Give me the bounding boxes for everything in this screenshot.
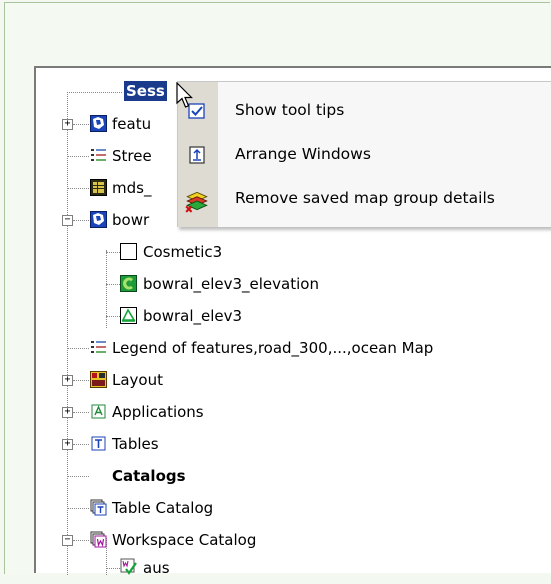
- tree-item-label: featu: [112, 115, 152, 133]
- session-label: Sess: [124, 81, 167, 101]
- tree-item-label: Legend of features,road_300,...,ocean Ma…: [112, 339, 434, 357]
- tree-item-label: bowr: [112, 211, 150, 229]
- tree-item-bowral-elev3[interactable]: bowral_elev3: [36, 302, 551, 332]
- browser-window-icon: [90, 179, 107, 196]
- workspace-catalog-icon: [90, 531, 107, 548]
- menu-item-arrange-windows[interactable]: Arrange Windows: [178, 134, 551, 176]
- mouse-cursor-icon: [176, 82, 193, 108]
- tree-item-label: Catalogs: [112, 467, 186, 485]
- tree-item-table-catalog[interactable]: Table Catalog: [36, 494, 551, 524]
- arrange-windows-icon: [189, 146, 205, 164]
- expand-toggle[interactable]: +: [62, 439, 73, 450]
- tree-item-label: aus: [143, 559, 170, 577]
- expand-toggle[interactable]: +: [62, 375, 73, 386]
- tree-item-label: Stree: [112, 147, 152, 165]
- tree-item-applications[interactable]: + Applications: [36, 398, 551, 428]
- remove-layers-icon: [185, 191, 208, 213]
- map-window-icon: [90, 211, 107, 228]
- tree-item-aus[interactable]: aus: [36, 554, 551, 584]
- tree-item-label: bowral_elev3_elevation: [143, 275, 319, 293]
- expand-toggle[interactable]: +: [62, 407, 73, 418]
- tree-item-catalogs[interactable]: Catalogs: [36, 462, 551, 492]
- legend-icon: [91, 341, 106, 353]
- tree-item-label: Applications: [112, 403, 204, 421]
- legend-icon: [91, 149, 106, 161]
- context-menu: Show tool tips Arrange Windows Remove sa…: [177, 81, 551, 227]
- tree-item-label: Table Catalog: [112, 499, 214, 517]
- menu-item-label: Remove saved map group details: [235, 189, 495, 207]
- tree-item-cosmetic3[interactable]: Cosmetic3: [36, 238, 551, 268]
- menu-item-label: Arrange Windows: [235, 145, 371, 163]
- tree-item-legend[interactable]: Legend of features,road_300,...,ocean Ma…: [36, 334, 551, 364]
- table-icon: [91, 436, 106, 451]
- tree-item-label: Tables: [112, 435, 159, 453]
- collapse-toggle[interactable]: −: [62, 535, 73, 546]
- menu-item-show-tool-tips[interactable]: Show tool tips: [178, 90, 551, 132]
- menu-item-remove-map-group[interactable]: Remove saved map group details: [178, 178, 551, 220]
- cosmetic-layer-icon: [120, 243, 137, 260]
- tree-item-label: Layout: [112, 371, 163, 389]
- layout-icon: [90, 371, 107, 388]
- tree-item-bowral-elevation[interactable]: bowral_elev3_elevation: [36, 270, 551, 300]
- tree-item-label: Cosmetic3: [143, 243, 223, 261]
- tree-item-layout[interactable]: + Layout: [36, 366, 551, 396]
- workspace-icon: [120, 558, 137, 575]
- application-icon: [91, 404, 106, 419]
- tree-item-label: bowral_elev3: [143, 307, 243, 325]
- tree-item-workspace-catalog[interactable]: − Workspace Catalog: [36, 526, 551, 556]
- table-catalog-icon: [90, 499, 107, 516]
- expand-toggle[interactable]: +: [62, 119, 73, 130]
- collapse-toggle[interactable]: −: [62, 215, 73, 226]
- tree-item-label: mds_: [112, 179, 152, 197]
- tree-item-label: Workspace Catalog: [112, 531, 257, 549]
- map-window-icon: [90, 115, 107, 132]
- menu-item-label: Show tool tips: [235, 101, 345, 119]
- tree-item-tables[interactable]: + Tables: [36, 430, 551, 460]
- grid-layer-icon: [120, 275, 137, 292]
- region-layer-icon: [120, 307, 137, 324]
